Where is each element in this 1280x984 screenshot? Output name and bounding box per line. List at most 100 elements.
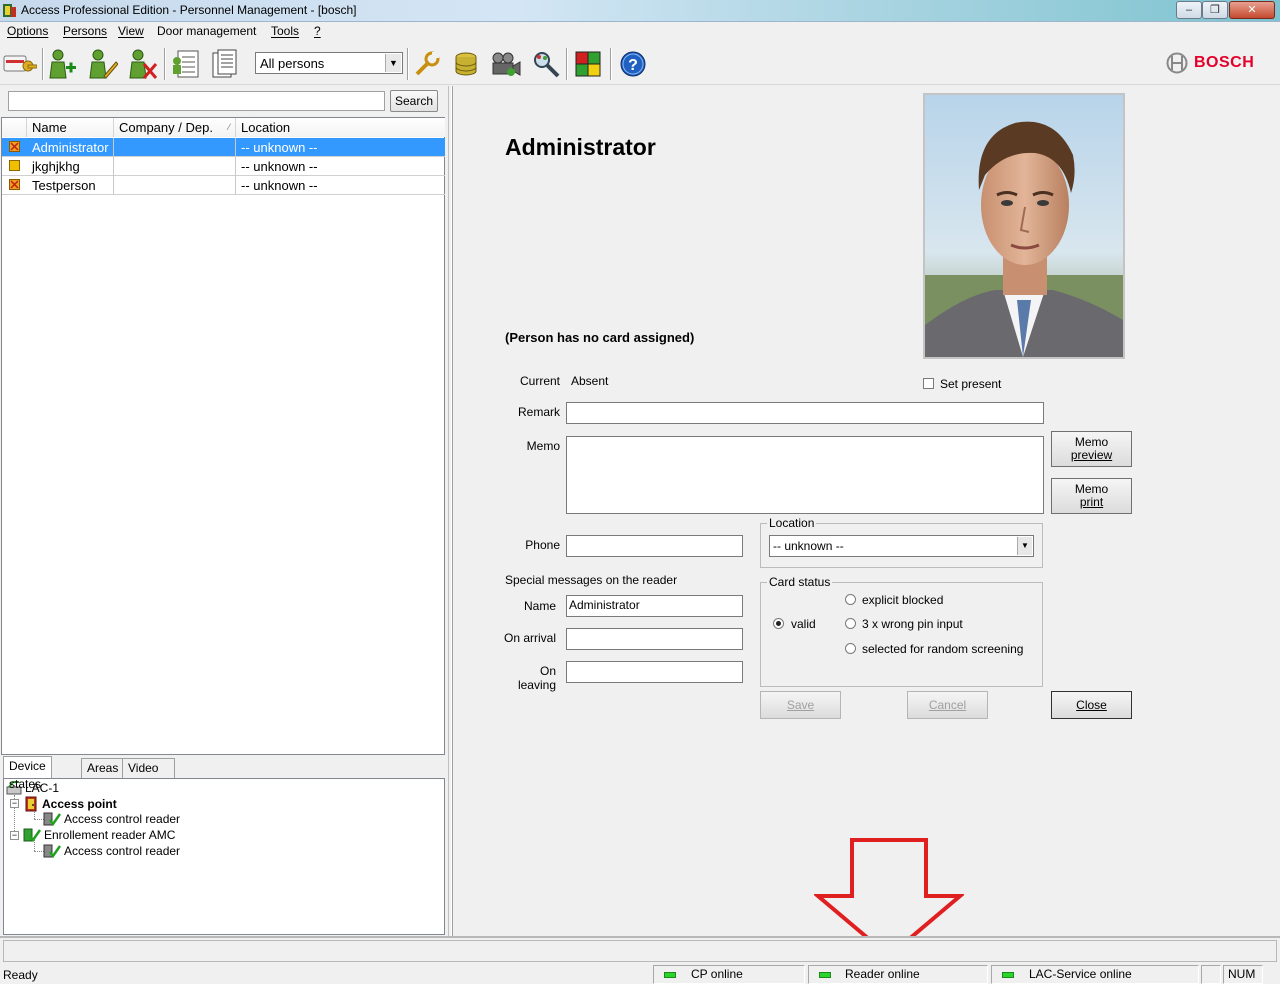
edit-person-icon[interactable] [84,46,120,82]
memo-preview-button[interactable]: Memo preview [1051,431,1132,467]
status-lac: LAC-Service online [991,965,1199,984]
search-input[interactable] [8,91,385,111]
video-icon[interactable] [487,46,523,82]
location-group-title: Location [767,516,817,530]
current-label: Current [519,374,560,388]
tree-leaf-reader[interactable]: Access control reader [43,844,180,858]
close-button[interactable]: Close [1051,691,1132,719]
special-messages-label: Special messages on the reader [505,573,678,587]
toolbar: All persons ▼ ? [0,42,1280,85]
menu-door-management[interactable]: Door management [157,24,256,38]
cancel-button[interactable]: Cancel [907,691,988,719]
cell-location: -- unknown -- [241,140,318,155]
tab-areas[interactable]: Areas [81,758,125,778]
delete-person-icon[interactable] [124,46,160,82]
on-arrival-field[interactable] [566,628,743,650]
status-empty [1201,965,1221,984]
tab-video-devices[interactable]: Video devices [122,758,175,793]
collapse-icon[interactable]: − [10,831,19,840]
add-person-icon[interactable] [44,46,80,82]
search-button[interactable]: Search [390,90,438,112]
memo-preview-label-2: preview [1070,448,1113,462]
sort-icon: ⁄ [228,122,230,132]
status-bar: Ready CP online Reader online LAC-Servic… [0,964,1280,984]
save-button[interactable]: Save [760,691,841,719]
minimize-button[interactable]: – [1176,1,1202,19]
status-cp: CP online [653,965,805,984]
tab-device-states[interactable]: Device states [3,756,52,791]
color-grid-icon[interactable] [570,46,606,82]
column-header-name[interactable]: Name [27,118,114,137]
svg-text:?: ? [628,57,638,74]
menu-persons[interactable]: Persons [63,24,107,38]
card-key-icon[interactable] [2,46,38,82]
search-zoom-icon[interactable] [528,46,564,82]
brand-name: BOSCH [1194,54,1255,71]
memo-print-label-2: print [1079,495,1104,509]
card-status-wrong-pin-radio[interactable] [845,618,856,629]
memo-label: Memo [526,439,560,453]
memo-textarea[interactable] [566,436,1044,514]
table-row[interactable]: jkghjkhg -- unknown -- [2,157,445,176]
cell-location: -- unknown -- [241,178,318,193]
set-present-checkbox[interactable] [923,378,934,389]
tree-leaf-label: Access control reader [64,844,181,858]
menu-view[interactable]: View [118,24,144,38]
msg-name-label: Name [523,599,556,613]
status-lac-label: LAC-Service online [1029,967,1132,981]
location-select[interactable]: -- unknown -- ▼ [769,535,1034,557]
status-icon [9,160,20,171]
app-icon [3,4,16,17]
card-status-group-title: Card status [767,575,833,589]
menu-options[interactable]: Options [7,24,48,38]
database-icon[interactable] [448,46,484,82]
window-title: Access Professional Edition - Personnel … [21,3,357,17]
cancel-button-label: Cancel [928,697,967,712]
collapse-icon[interactable]: − [10,799,19,808]
cell-name: jkghjkhg [27,157,114,176]
filter-select[interactable]: All persons ▼ [255,52,403,74]
table-row[interactable]: Administrator -- unknown -- [2,138,445,157]
chevron-down-icon[interactable]: ▼ [1017,537,1032,555]
person-photo [923,93,1125,359]
cell-company [114,176,236,195]
column-header-status[interactable] [2,118,27,137]
tools-icon[interactable] [409,46,445,82]
column-header-company[interactable]: Company / Dep. ⁄ [114,118,236,137]
status-strip [0,936,1280,964]
chevron-down-icon[interactable]: ▼ [385,54,401,72]
memo-print-button[interactable]: Memo print [1051,478,1132,514]
close-window-button[interactable]: ✕ [1229,1,1275,19]
person-name-heading: Administrator [505,134,656,160]
absent-status-icon [9,141,20,152]
person-list-icon[interactable] [168,46,204,82]
maximize-button[interactable]: ❐ [1202,1,1228,19]
bosch-armature-icon [1166,52,1188,74]
card-status-blocked-radio[interactable] [845,594,856,605]
phone-field[interactable] [566,535,743,557]
msg-name-field[interactable]: Administrator [566,595,743,617]
cell-company [114,157,236,176]
menu-help[interactable]: ? [314,24,321,38]
column-header-location[interactable]: Location [236,118,445,137]
table-row[interactable]: Testperson -- unknown -- [2,176,445,195]
card-status-wrong-pin-label: 3 x wrong pin input [862,617,963,631]
card-status-valid-radio[interactable] [773,618,784,629]
tree-leaf-reader[interactable]: Access control reader [43,812,180,826]
column-header-company-label: Company / Dep. [119,120,213,135]
led-icon [664,972,676,978]
tree-node-enrollment-reader[interactable]: Enrollement reader AMC [23,828,175,842]
help-icon[interactable]: ? [615,46,651,82]
phone-label: Phone [525,538,560,552]
tree-leaf-label: Access control reader [64,812,181,826]
remark-field[interactable] [566,402,1044,424]
status-cp-label: CP online [691,967,743,981]
menu-tools[interactable]: Tools [271,24,299,38]
tree-node-access-point[interactable]: Access point [23,796,117,812]
cell-company [114,138,236,157]
card-status-screening-radio[interactable] [845,643,856,654]
reader-ok-icon [23,828,41,842]
on-leaving-field[interactable] [566,661,743,683]
card-status-valid-label: valid [791,617,816,631]
reports-icon[interactable] [207,46,243,82]
